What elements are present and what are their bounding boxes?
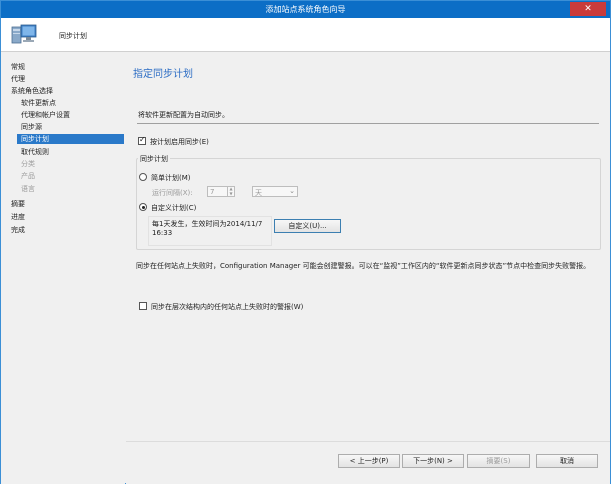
sidebar-item-completion[interactable]: 完成 [11,225,25,235]
custom-schedule-label[interactable]: 自定义计划(C) [151,203,196,213]
simple-schedule-label[interactable]: 简单计划(M) [151,173,191,183]
page-title: 指定同步计划 [133,69,193,80]
page-description: 将软件更新配置为自动同步。 [138,111,229,119]
sidebar-item-general[interactable]: 常规 [11,62,25,72]
run-every-unit-value: 天 [255,189,262,197]
wizard-header: 同步计划 [1,18,610,52]
wizard-sidebar: 常规 代理 系统角色选择 软件更新点 代理和帐户设置 同步源 同步计划 取代规则… [1,53,125,484]
sidebar-item-progress[interactable]: 进度 [11,212,25,222]
sidebar-item-sync-schedule[interactable]: 同步计划 [17,134,124,144]
enable-sync-label[interactable]: 按计划启用同步(E) [150,137,209,147]
stepper-arrows-icon[interactable]: ▲ ▼ [227,186,234,196]
alert-note: 同步在任何站点上失败时，Configuration Manager 可能会创建警… [136,262,591,270]
alert-checkbox[interactable] [139,302,147,310]
divider [137,123,599,124]
run-every-label: 运行间隔(X): [152,189,193,197]
simple-schedule-radio[interactable] [139,173,147,181]
enable-sync-checkbox[interactable] [138,135,146,145]
close-icon[interactable]: ✕ [570,2,606,16]
sidebar-item-role-selection[interactable]: 系统角色选择 [11,86,53,96]
cancel-button[interactable]: 取消 [536,454,598,468]
sidebar-item-products[interactable]: 产品 [21,171,125,181]
computer-monitor-icon [11,24,37,44]
sync-schedule-group-title: 同步计划 [138,154,170,164]
run-every-unit-select[interactable]: 天 ⌄ [252,186,298,197]
chevron-down-icon: ⌄ [289,187,295,195]
run-every-value: 7 [210,188,215,196]
schedule-summary-text: 每1天发生，生效时间为2014/11/7 16:33 [152,220,263,237]
window-title: 添加站点系统角色向导 [265,5,346,14]
alert-label[interactable]: 同步在层次结构内的任何站点上失败时的警报(W) [151,302,303,312]
wizard-content: 指定同步计划 将软件更新配置为自动同步。 按计划启用同步(E) 同步计划 简单计… [126,53,609,441]
custom-schedule-radio[interactable] [139,203,147,211]
sidebar-item-sync-source[interactable]: 同步源 [21,122,125,132]
run-every-stepper[interactable]: 7 ▲ ▼ [207,186,235,197]
summary-button[interactable]: 摘要(S) [467,454,530,468]
next-button[interactable]: 下一步(N) > [402,454,464,468]
sidebar-item-languages[interactable]: 语言 [21,184,125,194]
wizard-window: 添加站点系统角色向导 ✕ 同步计划 常规 代理 系统角色选择 软件更新点 代理和… [0,0,611,484]
customize-button[interactable]: 自定义(U)... [274,219,341,233]
sidebar-item-proxy[interactable]: 代理 [11,74,25,84]
wizard-footer: < 上一步(P) 下一步(N) > 摘要(S) 取消 [126,441,610,484]
previous-button[interactable]: < 上一步(P) [338,454,400,468]
sidebar-item-supersedence[interactable]: 取代规则 [21,147,125,157]
title-bar[interactable]: 添加站点系统角色向导 ✕ [1,1,610,18]
sidebar-item-classifications[interactable]: 分类 [21,159,125,169]
sidebar-item-proxy-account[interactable]: 代理和帐户设置 [21,110,125,120]
sidebar-item-software-update-point[interactable]: 软件更新点 [21,98,125,108]
header-subtitle: 同步计划 [59,32,87,40]
sidebar-item-summary[interactable]: 摘要 [11,199,25,209]
